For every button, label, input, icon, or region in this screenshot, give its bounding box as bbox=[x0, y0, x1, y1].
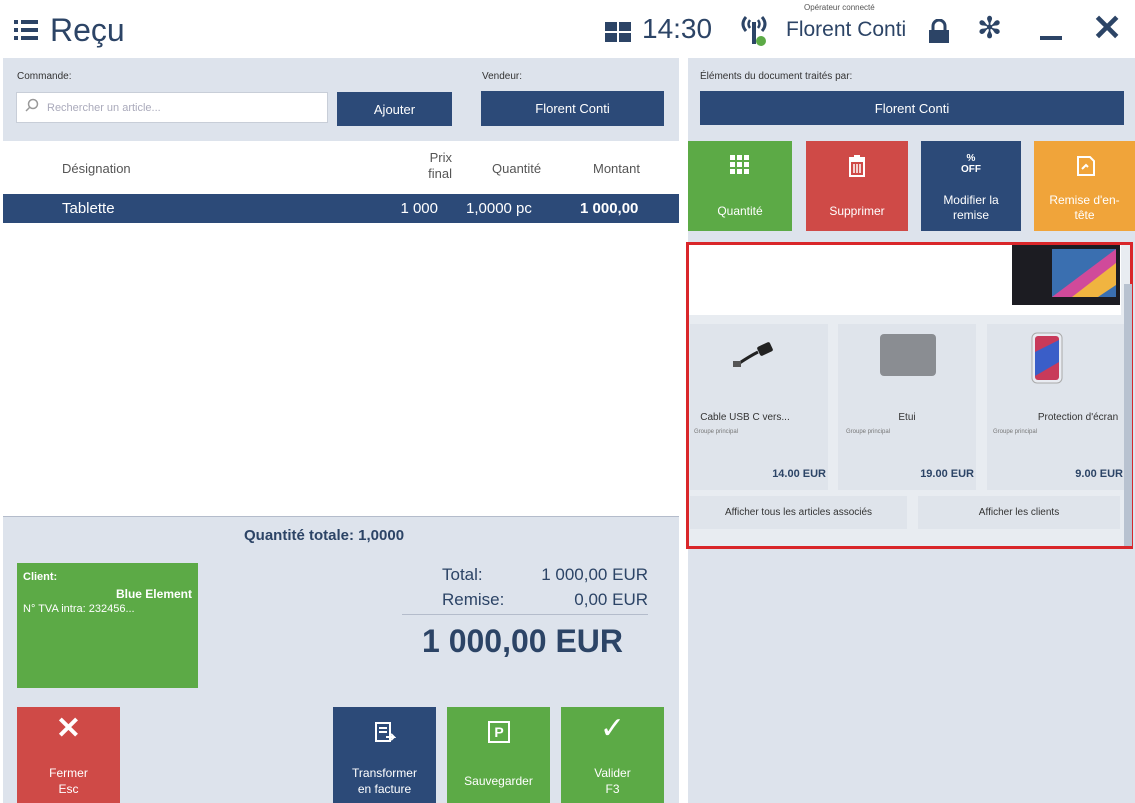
total-value: 1 000,00 EUR bbox=[541, 565, 648, 584]
product-price: 9.00 EUR bbox=[1075, 468, 1123, 480]
convert-invoice-button[interactable]: Transformer en facture bbox=[333, 707, 436, 803]
product-group: Groupe principal bbox=[993, 429, 1038, 435]
case-image bbox=[880, 334, 936, 376]
search-box[interactable] bbox=[16, 92, 328, 123]
grand-total: 1 000,00 EUR bbox=[422, 623, 624, 659]
check-icon: ✓ bbox=[599, 712, 626, 745]
client-name: Blue Element bbox=[115, 587, 192, 601]
discount-label: Remise: bbox=[442, 590, 505, 609]
product-name: Protection d'écran bbox=[1037, 412, 1119, 423]
trash-icon bbox=[806, 155, 908, 181]
row-amount: 1 000,00 bbox=[580, 200, 639, 217]
menu-icon[interactable] bbox=[14, 20, 38, 40]
show-all-associated-button[interactable]: Afficher tous les articles associés bbox=[690, 496, 907, 529]
col-quantity[interactable]: Quantité bbox=[492, 161, 541, 176]
client-vat: N° TVA intra: 232456... bbox=[23, 603, 135, 615]
signal-icon[interactable] bbox=[736, 11, 772, 47]
scrollbar[interactable] bbox=[1124, 284, 1132, 546]
product-price: 14.00 EUR bbox=[772, 468, 826, 480]
invoice-icon bbox=[333, 721, 436, 749]
product-name: Etui bbox=[898, 412, 916, 423]
operator-caption: Opérateur connecté bbox=[804, 3, 875, 12]
parking-icon: P bbox=[447, 721, 550, 747]
discount-icon: % OFF bbox=[961, 153, 981, 175]
validate-button[interactable]: ✓ Valider F3 bbox=[561, 707, 664, 803]
col-amount[interactable]: Montant bbox=[593, 161, 640, 176]
processed-by-button[interactable]: Florent Conti bbox=[700, 91, 1124, 125]
minimize-icon[interactable] bbox=[1040, 36, 1062, 40]
lock-icon[interactable] bbox=[927, 18, 951, 43]
operator-name[interactable]: Florent Conti bbox=[786, 18, 906, 42]
search-icon bbox=[25, 98, 39, 117]
totals-divider bbox=[402, 614, 648, 615]
table-row[interactable]: Tablette 1 000 1,0000 pc 1 000,00 bbox=[3, 194, 679, 223]
product-price: 19.00 EUR bbox=[920, 468, 974, 480]
row-quantity: 1,0000 pc bbox=[466, 200, 532, 217]
product-group: Groupe principal bbox=[694, 429, 739, 435]
screen-protector-image bbox=[1031, 332, 1063, 384]
config-icon[interactable]: ✻ bbox=[977, 14, 1002, 44]
discount-tile[interactable]: % OFF Modifier la remise bbox=[921, 141, 1021, 231]
header-discount-tile[interactable]: Remise d'en- tête bbox=[1034, 141, 1135, 231]
product-card[interactable]: Cable USB C vers... Groupe principal 14.… bbox=[690, 324, 828, 490]
client-tile[interactable]: Client: Blue Element N° TVA intra: 23245… bbox=[17, 563, 198, 688]
save-button[interactable]: P Sauvegarder bbox=[447, 707, 550, 803]
row-designation: Tablette bbox=[62, 200, 115, 217]
seller-label: Vendeur: bbox=[482, 71, 523, 82]
clock: 14:30 bbox=[642, 13, 713, 44]
processed-by-label: Éléments du document traités par: bbox=[700, 71, 853, 82]
row-price: 1 000 bbox=[400, 200, 438, 217]
close-x-icon: ✕ bbox=[55, 712, 82, 745]
close-receipt-button[interactable]: ✕ Fermer Esc bbox=[17, 707, 120, 803]
discount-value: 0,00 EUR bbox=[574, 590, 648, 609]
keypad-icon bbox=[688, 155, 792, 179]
total-quantity: Quantité totale: 1,0000 bbox=[244, 527, 405, 544]
total-label: Total: bbox=[442, 565, 483, 584]
client-label: Client: bbox=[23, 571, 58, 583]
col-designation[interactable]: Désignation bbox=[62, 161, 131, 176]
seller-button[interactable]: Florent Conti bbox=[481, 91, 664, 126]
tablet-image bbox=[1012, 245, 1120, 305]
svg-text:P: P bbox=[494, 724, 503, 740]
product-name: Cable USB C vers... bbox=[700, 412, 790, 423]
quantity-tile[interactable]: Quantité bbox=[688, 141, 792, 231]
product-card[interactable]: Etui Groupe principal 19.00 EUR bbox=[838, 324, 976, 490]
add-button[interactable]: Ajouter bbox=[337, 92, 452, 126]
page-title: Reçu bbox=[50, 12, 125, 48]
header-discount-icon bbox=[1034, 155, 1135, 181]
product-group: Groupe principal bbox=[846, 429, 891, 435]
search-input[interactable] bbox=[47, 101, 317, 114]
show-clients-button[interactable]: Afficher les clients bbox=[918, 496, 1120, 529]
usb-cable-image bbox=[733, 342, 773, 367]
grid-icon[interactable] bbox=[605, 22, 631, 42]
order-label: Commande: bbox=[17, 71, 72, 82]
product-card[interactable]: Protection d'écran Groupe principal 9.00… bbox=[987, 324, 1125, 490]
close-icon[interactable]: ✕ bbox=[1092, 10, 1122, 46]
col-price[interactable]: Prix final bbox=[410, 150, 452, 182]
delete-tile[interactable]: Supprimer bbox=[806, 141, 908, 231]
